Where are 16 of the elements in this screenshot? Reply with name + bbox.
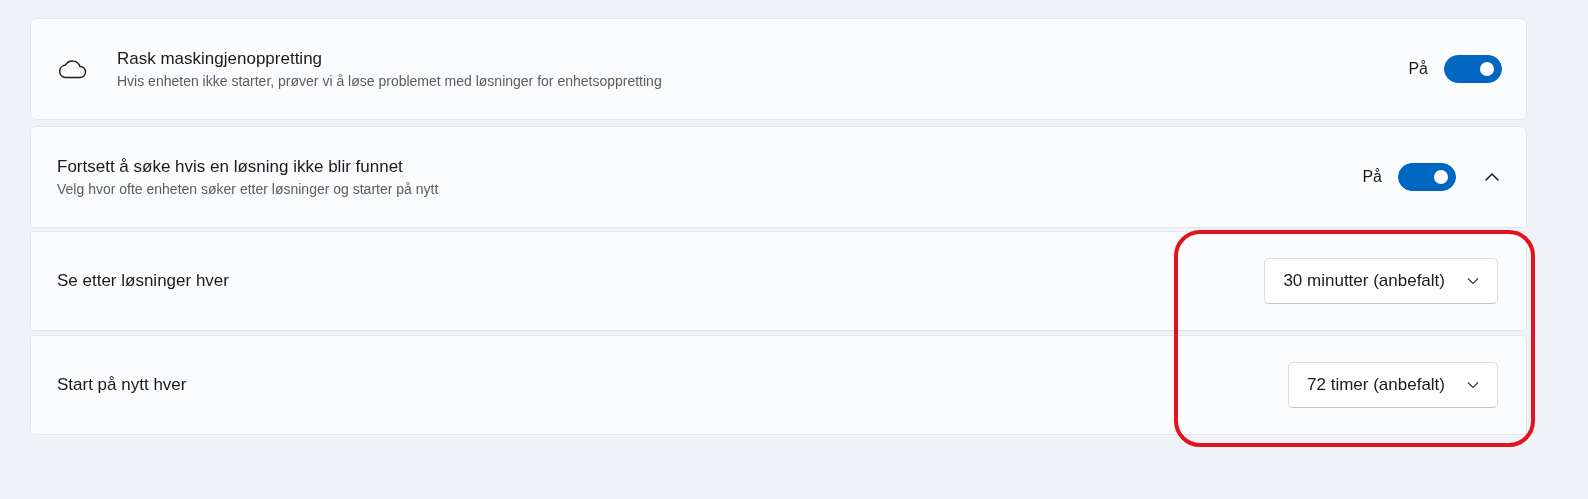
- dropdown[interactable]: 72 timer (anbefalt): [1288, 362, 1498, 408]
- toggle-label: På: [1408, 60, 1428, 78]
- setting-title: Fortsett å søke hvis en løsning ikke blir funnet: [57, 157, 404, 177]
- row-label: Start på nytt hver: [57, 375, 188, 395]
- cloud-icon: [57, 59, 87, 79]
- toggle-switch[interactable]: [1444, 55, 1502, 83]
- dropdown[interactable]: 30 minutter (anbefalt): [1264, 258, 1498, 304]
- toggle-label: På: [1362, 168, 1382, 186]
- setting-description: Hvis enheten ikke starter, prøver vi å løse problemet med løsninger for enhetsoppretting: [117, 73, 663, 89]
- setting-title: Rask maskingjenoppretting: [117, 49, 324, 69]
- toggle-switch[interactable]: [1398, 163, 1456, 191]
- caret-icon: [1467, 277, 1479, 285]
- setting-description: Velg hvor ofte enheten søker etter løsninger og starter på nytt: [57, 181, 440, 197]
- row-label: Se etter løsninger hver: [57, 271, 230, 291]
- caret-icon: [1467, 381, 1479, 389]
- chevron-icon[interactable]: [1484, 172, 1500, 182]
